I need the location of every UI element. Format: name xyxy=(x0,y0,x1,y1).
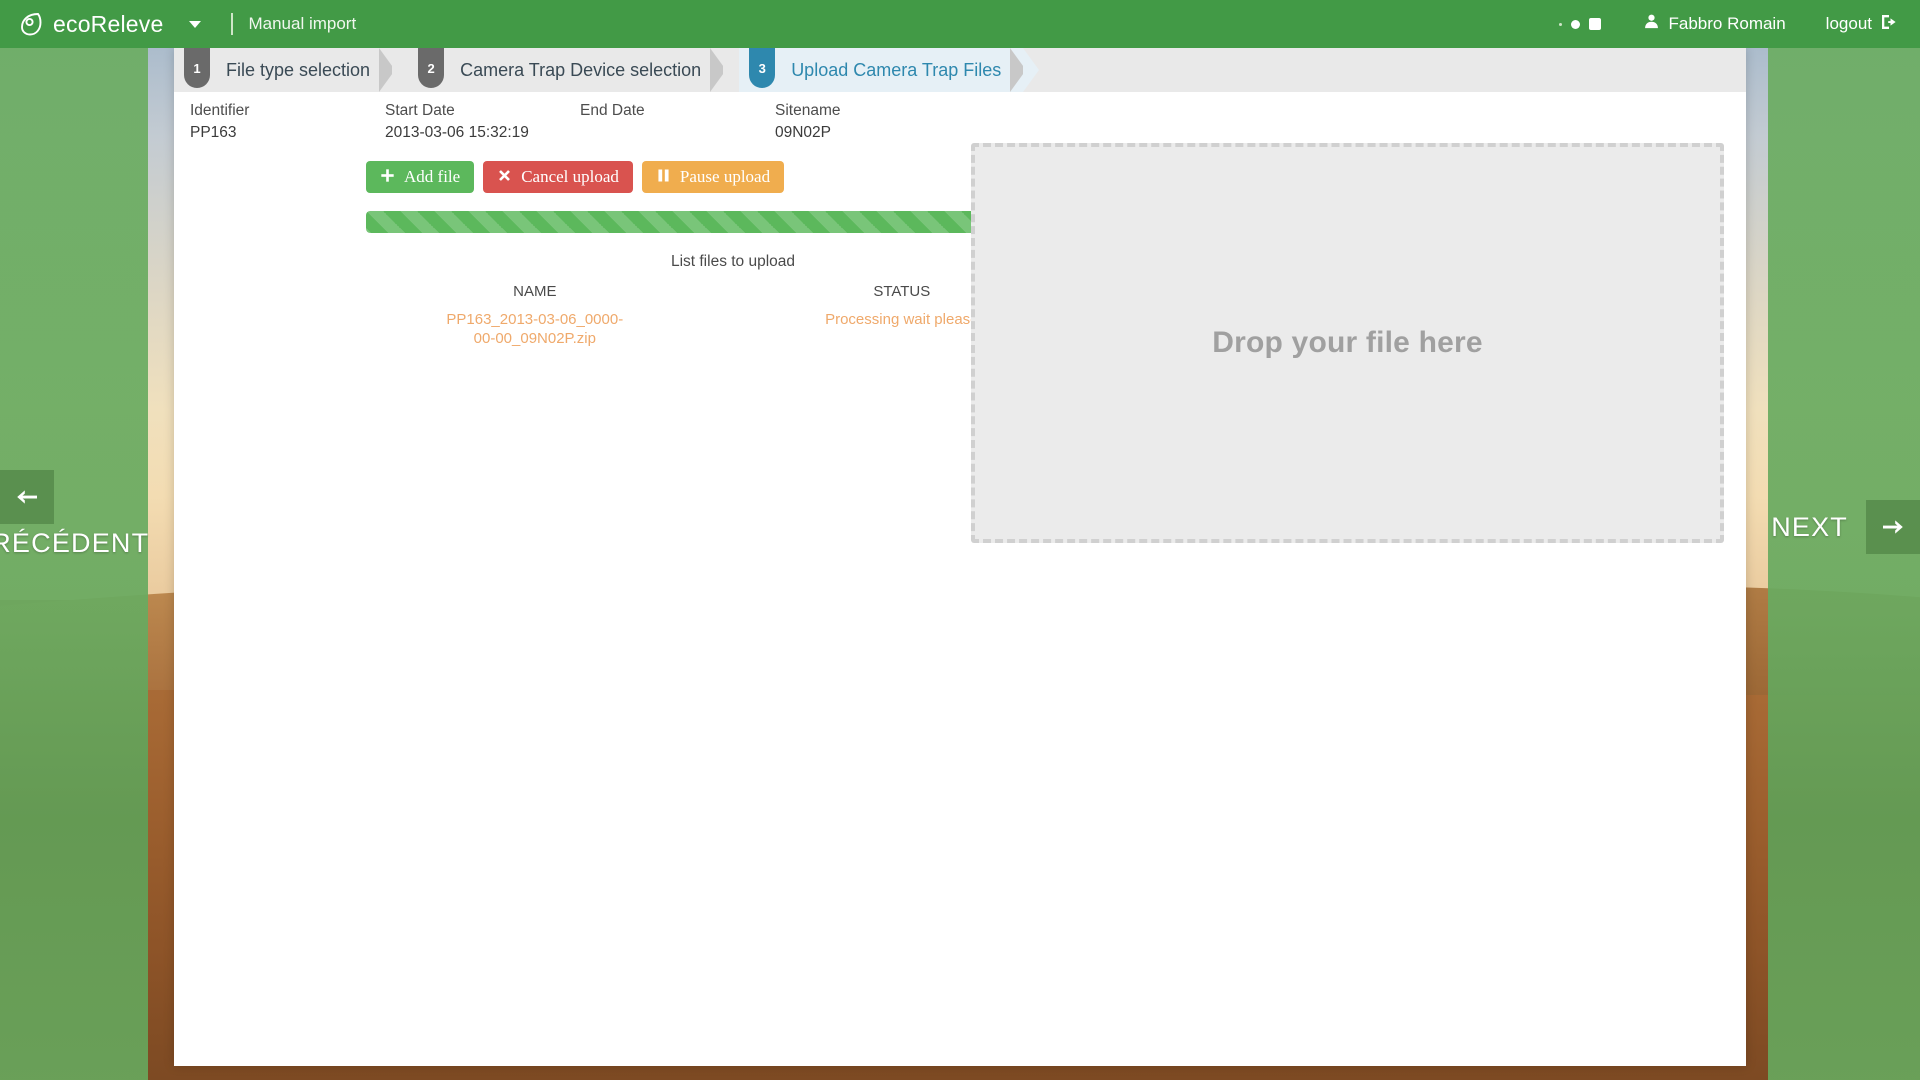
previous-step-label: PRÉCÉDENT xyxy=(0,528,150,558)
step-2-number: 2 xyxy=(418,48,445,88)
meta-sitename-label: Sitename xyxy=(775,102,841,119)
meta-start-date-value: 2013-03-06 15:32:19 xyxy=(385,124,529,141)
navbar-left-group: ecoReleve Manual import xyxy=(0,11,356,38)
plus-icon xyxy=(380,168,395,186)
brand-name[interactable]: ecoReleve xyxy=(53,11,163,38)
leaf-logo-icon xyxy=(18,11,44,37)
meta-identifier-label: Identifier xyxy=(190,102,250,119)
next-step-nav[interactable]: NEXT xyxy=(1771,500,1920,554)
previous-step-nav[interactable]: PRÉCÉDENT xyxy=(0,470,149,559)
add-file-label: Add file xyxy=(404,167,461,186)
step-3-separator xyxy=(1010,48,1040,92)
step-3-label: Upload Camera Trap Files xyxy=(791,59,1002,80)
previous-step-label-wrap: PRÉCÉDENT xyxy=(0,528,149,559)
navbar-right-group: Fabbro Romain logout xyxy=(1558,13,1920,36)
dropzone-label: Drop your file here xyxy=(1212,326,1483,359)
status-dots xyxy=(1558,18,1601,30)
next-step-label: NEXT xyxy=(1771,511,1848,542)
logout-icon xyxy=(1880,13,1898,36)
arrow-left-icon[interactable] xyxy=(0,470,54,524)
user-name: Fabbro Romain xyxy=(1668,14,1786,33)
add-file-button[interactable]: Add file xyxy=(366,161,475,193)
cross-icon xyxy=(497,168,512,186)
step-separator-fill xyxy=(1023,48,1040,92)
cancel-upload-label: Cancel upload xyxy=(521,167,619,186)
step-2-label: Camera Trap Device selection xyxy=(460,59,702,80)
navbar-divider xyxy=(231,13,234,35)
meta-start-date-label: Start Date xyxy=(385,102,455,119)
step-2-separator xyxy=(710,48,740,92)
step-3-upload-camera-trap-files[interactable]: 3 Upload Camera Trap Files xyxy=(739,48,1024,92)
arrow-right-icon[interactable] xyxy=(1866,500,1920,554)
status-dot-medium xyxy=(1570,19,1580,29)
file-dropzone[interactable]: Drop your file here xyxy=(971,143,1724,543)
step-1-label: File type selection xyxy=(226,59,371,80)
navbar-section-title: Manual import xyxy=(248,14,357,33)
step-1-file-type-selection[interactable]: 1 File type selection xyxy=(174,48,392,92)
column-header-name: NAME xyxy=(513,283,557,300)
meta-end-date-value xyxy=(580,124,775,143)
right-green-overlay xyxy=(1768,40,1920,1080)
step-1-number: 1 xyxy=(184,48,210,88)
meta-end-date-label: End Date xyxy=(580,102,645,119)
cancel-upload-button[interactable]: Cancel upload xyxy=(483,161,633,193)
logout-button[interactable]: logout xyxy=(1826,13,1898,36)
logout-label: logout xyxy=(1825,14,1872,33)
stepper-tail xyxy=(1039,48,1746,92)
step-1-separator xyxy=(379,48,409,92)
meta-sitename: Sitename 09N02P xyxy=(775,102,1015,143)
left-green-overlay xyxy=(0,40,148,1080)
chevron-down-icon[interactable] xyxy=(189,20,202,28)
step-3-number: 3 xyxy=(749,48,776,88)
main-content-panel: 1 File type selection 2 Camera Trap Devi… xyxy=(174,48,1746,1066)
pause-upload-button[interactable]: Pause upload xyxy=(641,161,785,193)
file-name-cell: PP163_2013-03-06_0000-00-00_09N02P.zip xyxy=(446,311,624,348)
meta-end-date: End Date xyxy=(580,102,775,143)
step-2-camera-trap-device-selection[interactable]: 2 Camera Trap Device selection xyxy=(408,48,723,92)
status-dot-small xyxy=(1558,22,1562,26)
step-separator-fill xyxy=(392,48,409,92)
pause-upload-label: Pause upload xyxy=(679,167,771,186)
status-dot-square xyxy=(1588,18,1601,30)
pause-icon xyxy=(656,168,671,186)
record-metadata-row: Identifier PP163 Start Date 2013-03-06 1… xyxy=(174,92,1746,143)
meta-identifier-value: PP163 xyxy=(190,124,237,141)
top-navbar: ecoReleve Manual import Fabbro Romain lo… xyxy=(0,0,1920,48)
wizard-stepper: 1 File type selection 2 Camera Trap Devi… xyxy=(174,48,1746,92)
meta-sitename-value: 09N02P xyxy=(775,124,832,141)
meta-identifier: Identifier PP163 xyxy=(190,102,385,143)
step-separator-fill xyxy=(723,48,740,92)
user-menu[interactable]: Fabbro Romain xyxy=(1643,13,1786,35)
meta-start-date: Start Date 2013-03-06 15:32:19 xyxy=(385,102,580,143)
user-icon xyxy=(1643,13,1660,35)
